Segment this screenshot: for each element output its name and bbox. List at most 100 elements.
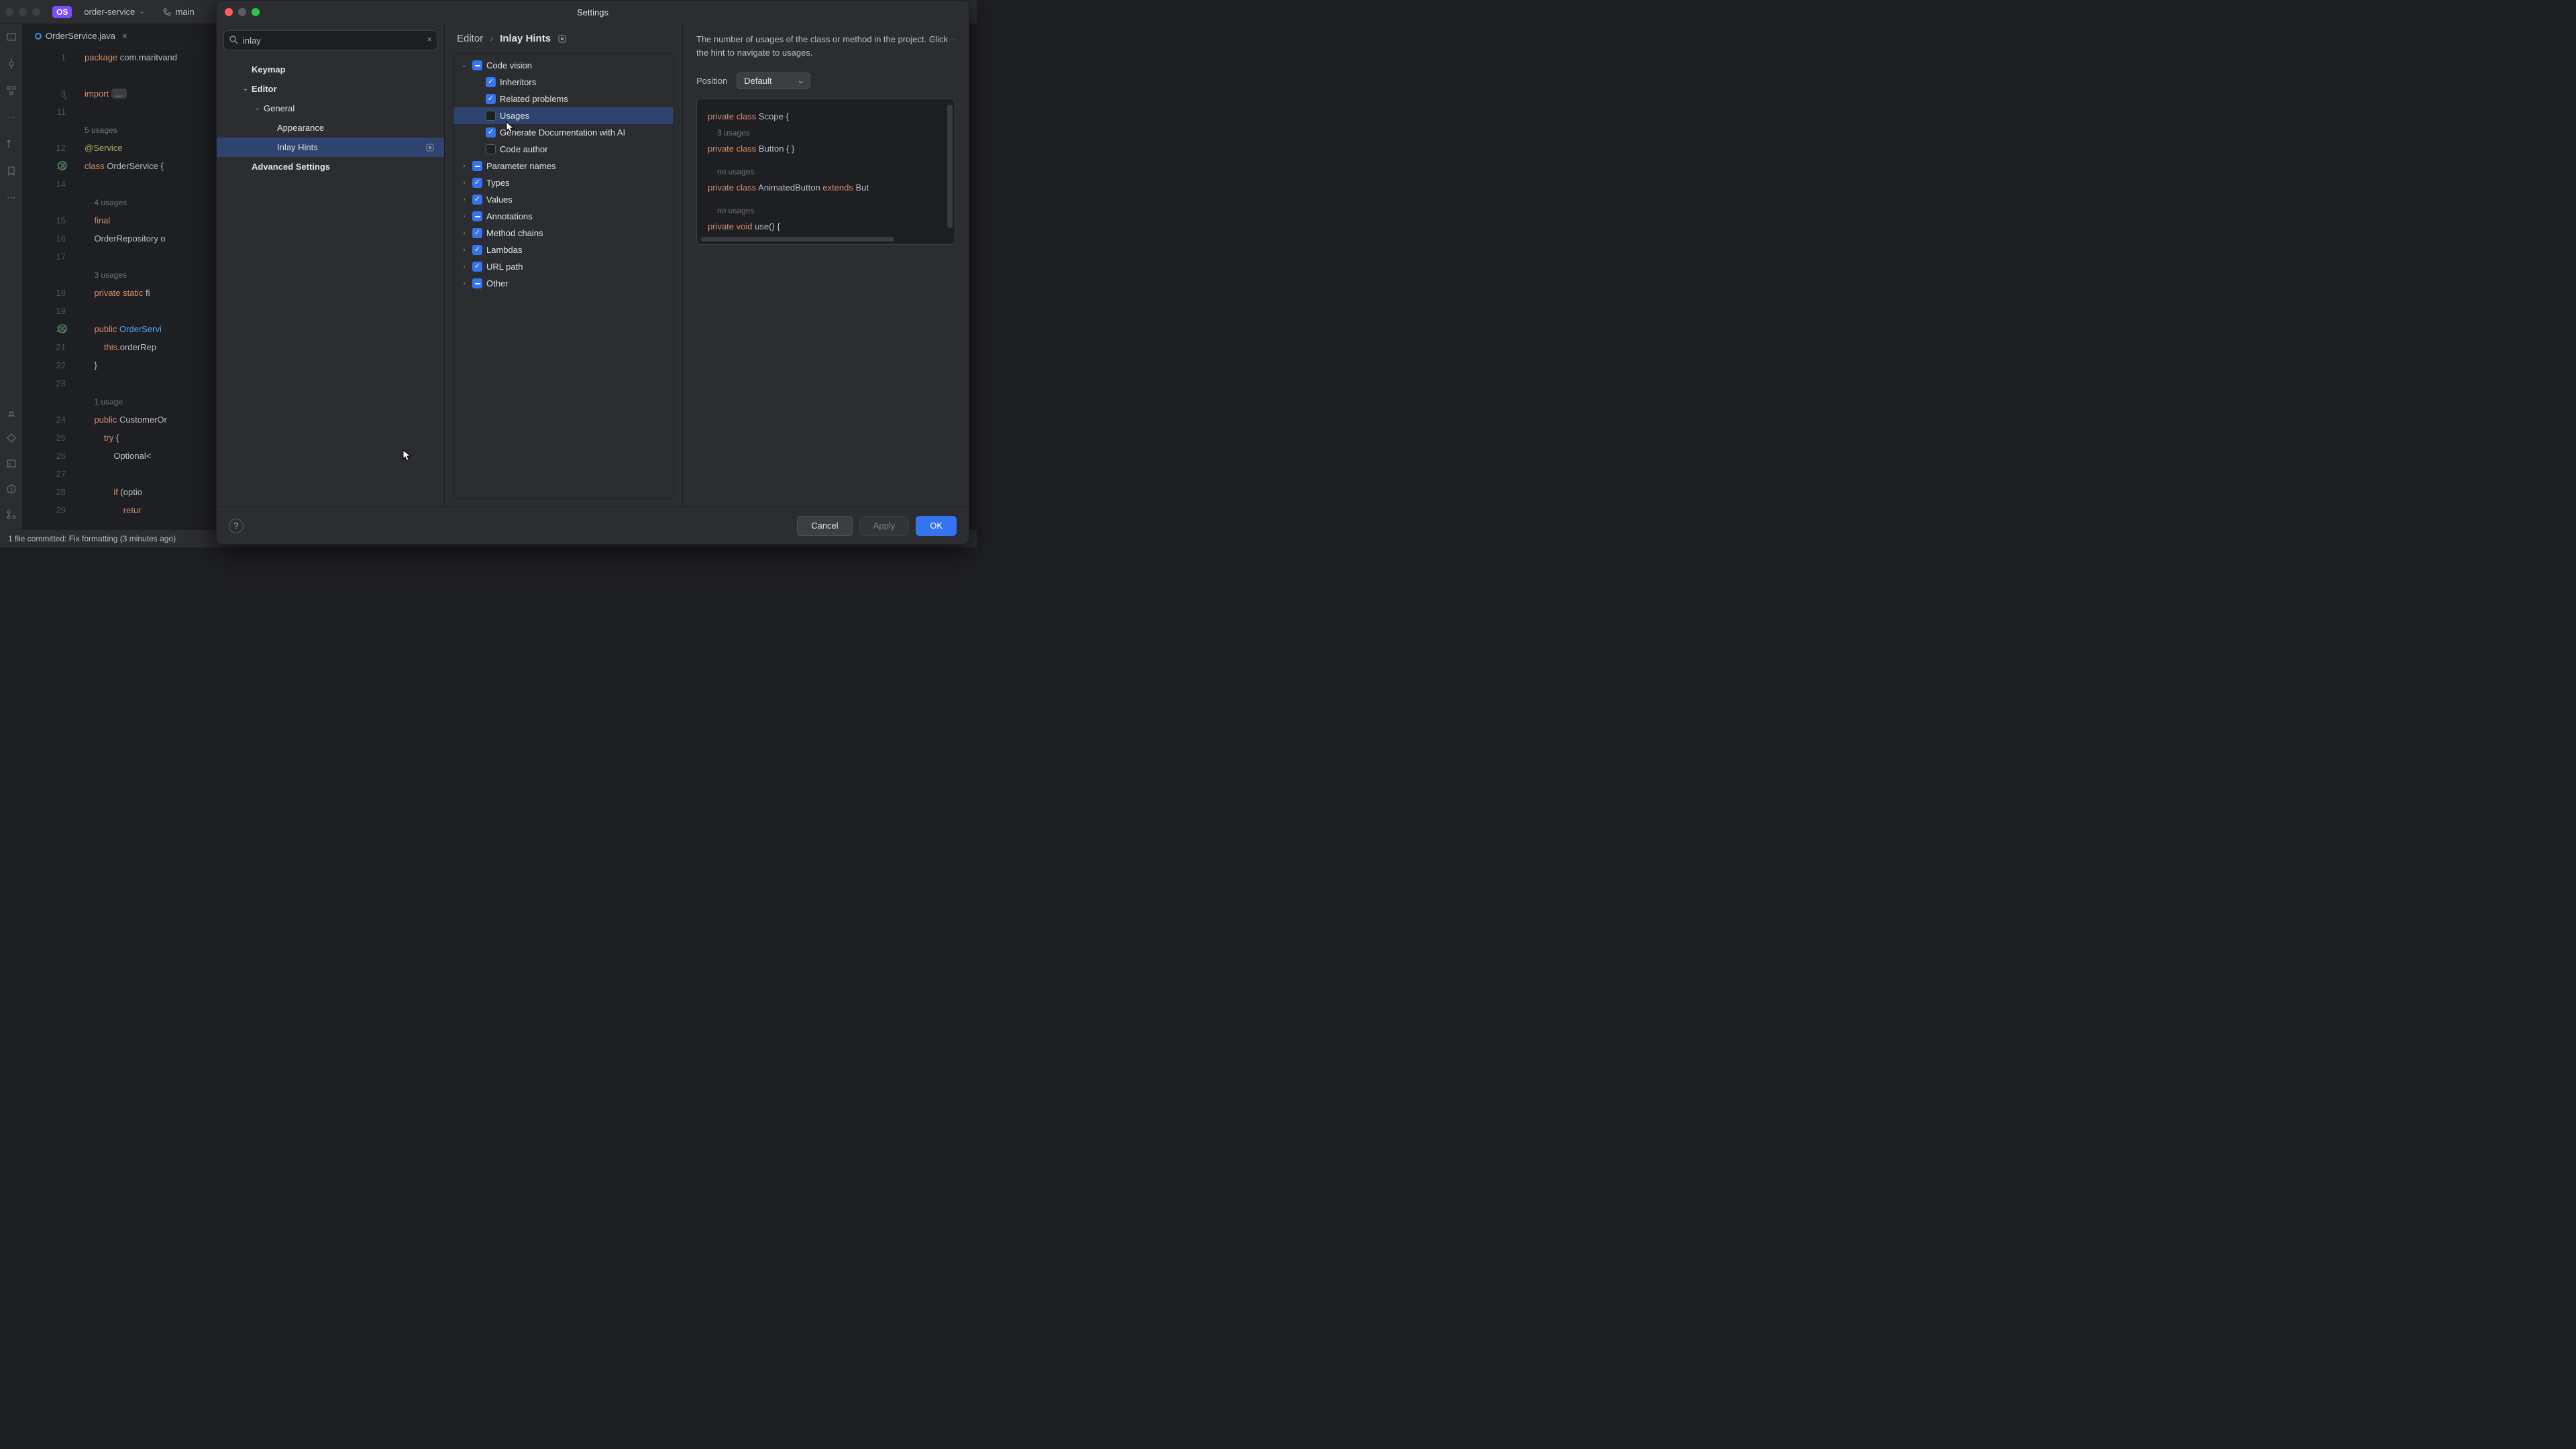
expand-icon[interactable]: › <box>460 179 468 186</box>
settings-category-tree[interactable]: Keymap ⌄Editor ⌄General Appearance Inlay… <box>217 57 444 179</box>
expand-icon[interactable]: › <box>460 229 468 237</box>
tree-item-inlay-hints[interactable]: Inlay Hints <box>217 138 444 157</box>
more-tool-icon[interactable]: ⋯ <box>5 111 17 123</box>
checkbox[interactable] <box>472 60 482 70</box>
position-label: Position <box>696 76 727 86</box>
checkbox[interactable] <box>486 94 496 104</box>
expand-icon[interactable]: ⌄ <box>460 62 468 69</box>
hint-tree-item[interactable]: Inheritors <box>453 74 674 91</box>
minimize-window-icon <box>238 8 246 16</box>
checkbox[interactable] <box>486 144 496 154</box>
tree-item-advanced[interactable]: Advanced Settings <box>217 157 444 176</box>
forward-button: → <box>948 33 957 43</box>
structure-tool-icon[interactable] <box>5 85 17 97</box>
checkbox[interactable] <box>472 262 482 272</box>
git-branch[interactable]: main <box>157 4 200 19</box>
zoom-window-icon[interactable] <box>252 8 260 16</box>
vertical-scrollbar[interactable] <box>947 105 953 228</box>
expand-icon[interactable]: › <box>460 280 468 287</box>
hint-tree-item[interactable]: ›URL path <box>453 258 674 275</box>
settings-breadcrumb: Editor › Inlay Hints <box>445 23 682 51</box>
search-input[interactable] <box>223 30 437 50</box>
checkbox[interactable] <box>472 195 482 205</box>
file-tab-label: OrderService.java <box>46 31 115 41</box>
expand-icon[interactable]: › <box>460 196 468 203</box>
settings-dialog: Settings × Keymap ⌄Editor <box>216 0 969 545</box>
hint-tree-item[interactable]: ›Types <box>453 174 674 191</box>
dialog-footer: ? Cancel Apply OK <box>217 506 969 544</box>
apply-button: Apply <box>859 516 910 536</box>
hint-tree-item[interactable]: Code author <box>453 141 674 158</box>
hint-tree-item[interactable]: Usages <box>453 107 674 124</box>
hint-tree-item[interactable]: Generate Documentation with AI <box>453 124 674 141</box>
checkbox[interactable] <box>472 178 482 188</box>
inlay-hint-detail: ← → The number of usages of the class or… <box>683 23 969 506</box>
checkbox[interactable] <box>486 77 496 87</box>
project-name: order-service <box>84 7 135 17</box>
terminal-tool-icon[interactable] <box>5 458 17 470</box>
hint-tree-item[interactable]: ›Parameter names <box>453 158 674 174</box>
close-window-icon[interactable] <box>225 8 233 16</box>
settings-search[interactable]: × <box>223 30 437 50</box>
checkbox[interactable] <box>472 245 482 255</box>
expand-icon[interactable]: › <box>460 263 468 270</box>
clear-search-icon[interactable]: × <box>427 34 432 44</box>
checkbox[interactable] <box>472 278 482 288</box>
ellipsis-icon[interactable]: ⋯ <box>5 192 17 204</box>
checkbox[interactable] <box>486 111 496 121</box>
code-preview: private class Scope {3 usagesprivate cla… <box>696 99 955 245</box>
chevron-down-icon: ⌄ <box>253 105 262 112</box>
expand-icon[interactable]: › <box>460 246 468 254</box>
build-tool-icon[interactable] <box>5 407 17 419</box>
hint-tree-item[interactable]: ›Annotations <box>453 208 674 225</box>
hint-tree-item[interactable]: Related problems <box>453 91 674 107</box>
checkbox[interactable] <box>472 228 482 238</box>
inlay-hints-tree[interactable]: ⌄Code visionInheritorsRelated problemsUs… <box>453 54 674 498</box>
hint-tree-item[interactable]: ⌄Code vision <box>453 57 674 74</box>
cancel-button[interactable]: Cancel <box>797 516 852 536</box>
expand-icon[interactable]: › <box>460 213 468 220</box>
left-rail-bottom <box>0 407 23 527</box>
checkbox[interactable] <box>472 211 482 221</box>
horizontal-scrollbar[interactable] <box>701 237 894 241</box>
back-button[interactable]: ← <box>930 33 938 43</box>
commit-tool-icon[interactable] <box>5 58 17 70</box>
java-file-icon <box>35 33 42 40</box>
hint-tree-item[interactable]: ›Other <box>453 275 674 292</box>
position-select[interactable]: Default <box>737 72 810 89</box>
tree-item-general[interactable]: ⌄General <box>217 99 444 118</box>
project-tool-icon[interactable] <box>5 31 17 43</box>
hint-description: The number of usages of the class or met… <box>696 33 955 59</box>
project-switcher[interactable]: order-service ⌄ <box>78 4 150 19</box>
chevron-down-icon: ⌄ <box>241 85 250 93</box>
dialog-window-controls[interactable] <box>225 8 260 16</box>
tree-item-keymap[interactable]: Keymap <box>217 60 444 79</box>
expand-icon[interactable]: › <box>460 162 468 170</box>
file-tab[interactable]: OrderService.java × <box>28 27 134 45</box>
pull-requests-icon[interactable] <box>5 138 17 150</box>
status-text: 1 file committed: Fix formatting (3 minu… <box>8 534 176 543</box>
help-button[interactable]: ? <box>229 519 244 533</box>
hint-tree-item[interactable]: ›Values <box>453 191 674 208</box>
project-badge: OS <box>52 6 72 18</box>
branch-icon <box>162 7 172 17</box>
close-tab-icon[interactable]: × <box>122 31 127 41</box>
dialog-titlebar: Settings <box>217 1 969 23</box>
window-controls-dimmed <box>5 8 40 16</box>
hint-tree-item[interactable]: ›Method chains <box>453 225 674 241</box>
git-tool-icon[interactable] <box>5 508 17 521</box>
hint-tree-item[interactable]: ›Lambdas <box>453 241 674 258</box>
tree-item-editor[interactable]: ⌄Editor <box>217 79 444 99</box>
bookmark-tool-icon[interactable] <box>5 165 17 177</box>
dialog-title: Settings <box>577 7 608 17</box>
modified-indicator-icon <box>557 34 567 44</box>
checkbox[interactable] <box>472 161 482 171</box>
chevron-down-icon: ⌄ <box>139 8 144 15</box>
breadcrumb-root[interactable]: Editor <box>457 33 483 44</box>
services-tool-icon[interactable] <box>5 432 17 444</box>
ok-button[interactable]: OK <box>916 516 957 536</box>
problems-tool-icon[interactable] <box>5 483 17 495</box>
tree-item-appearance[interactable]: Appearance <box>217 118 444 138</box>
breadcrumb-leaf: Inlay Hints <box>500 33 551 44</box>
checkbox[interactable] <box>486 127 496 138</box>
